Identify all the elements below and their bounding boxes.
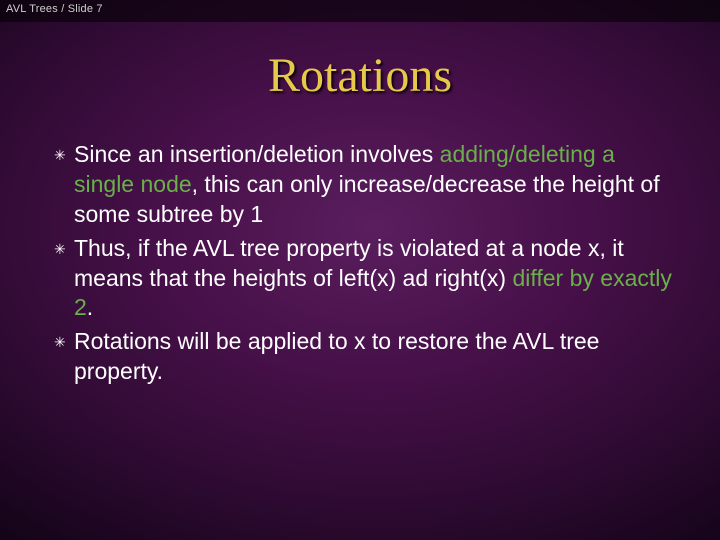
slide-body: ✳ Since an insertion/deletion involves a…: [54, 140, 680, 391]
text-run: .: [87, 294, 93, 320]
top-bar: [0, 0, 720, 22]
text-run: Since an insertion/deletion involves: [74, 141, 440, 167]
bullet-icon: ✳: [54, 140, 74, 170]
bullet-item: ✳ Thus, if the AVL tree property is viol…: [54, 234, 680, 324]
slide-title: Rotations: [0, 48, 720, 103]
breadcrumb: AVL Trees / Slide 7: [6, 3, 103, 15]
text-run: Rotations will be applied to x to restor…: [74, 328, 599, 384]
slide: AVL Trees / Slide 7 Rotations ✳ Since an…: [0, 0, 720, 540]
bullet-text: Rotations will be applied to x to restor…: [74, 327, 680, 387]
bullet-text: Since an insertion/deletion involves add…: [74, 140, 680, 230]
bullet-item: ✳ Since an insertion/deletion involves a…: [54, 140, 680, 230]
bullet-item: ✳ Rotations will be applied to x to rest…: [54, 327, 680, 387]
bullet-icon: ✳: [54, 234, 74, 264]
bullet-icon: ✳: [54, 327, 74, 357]
bullet-text: Thus, if the AVL tree property is violat…: [74, 234, 680, 324]
